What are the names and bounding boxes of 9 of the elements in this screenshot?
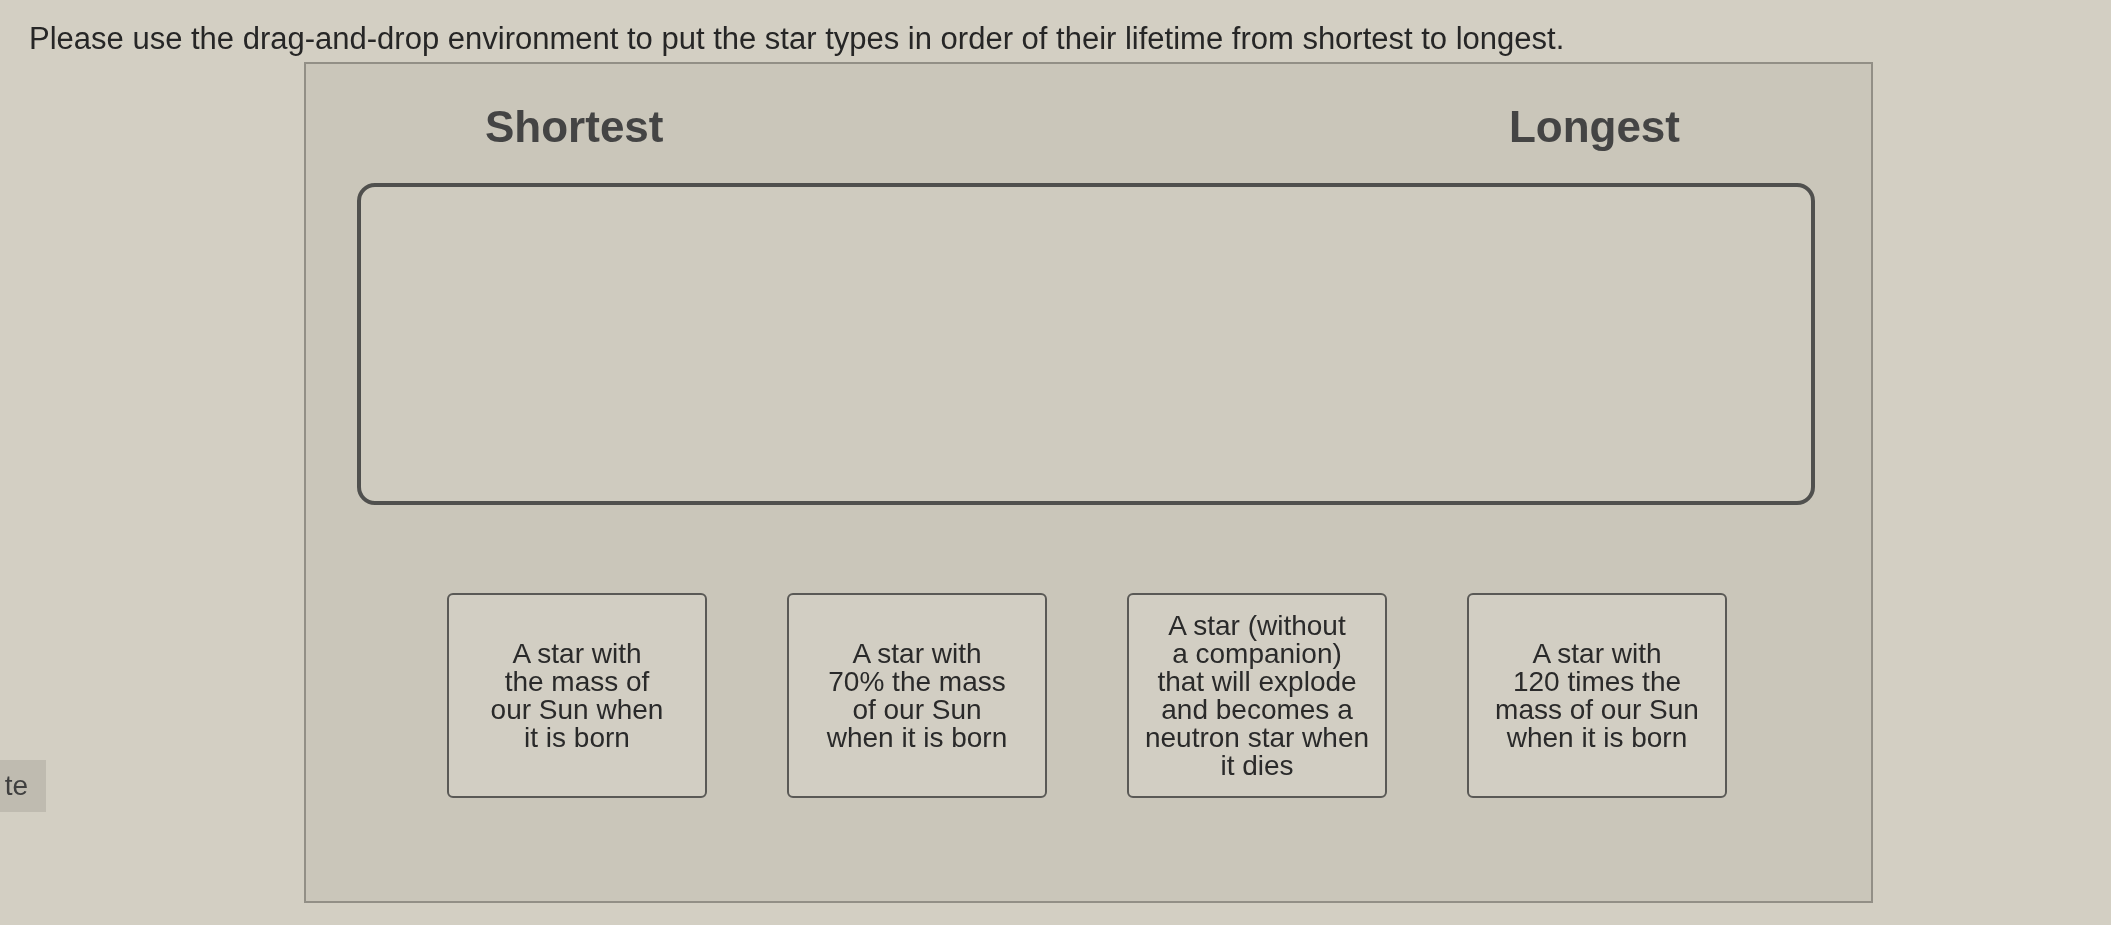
drop-zone[interactable] xyxy=(357,183,1815,505)
star-card[interactable]: A star (without a companion) that will explode and becomes a neutron star when it dies xyxy=(1127,593,1387,798)
star-card[interactable]: A star with 120 times the mass of our Sun when it is born xyxy=(1467,593,1727,798)
star-card[interactable]: A star with the mass of our Sun when it is born xyxy=(447,593,707,798)
side-button[interactable]: te xyxy=(0,760,46,812)
end-label: Longest xyxy=(1508,102,1680,152)
start-label: Shortest xyxy=(485,102,664,152)
star-card[interactable]: A star with 70% the mass of our Sun when it is born xyxy=(787,593,1047,798)
instruction-text: Please use the drag-and-drop environment to put the star types in order of their lifetime from shortest to longest. xyxy=(29,20,1565,58)
